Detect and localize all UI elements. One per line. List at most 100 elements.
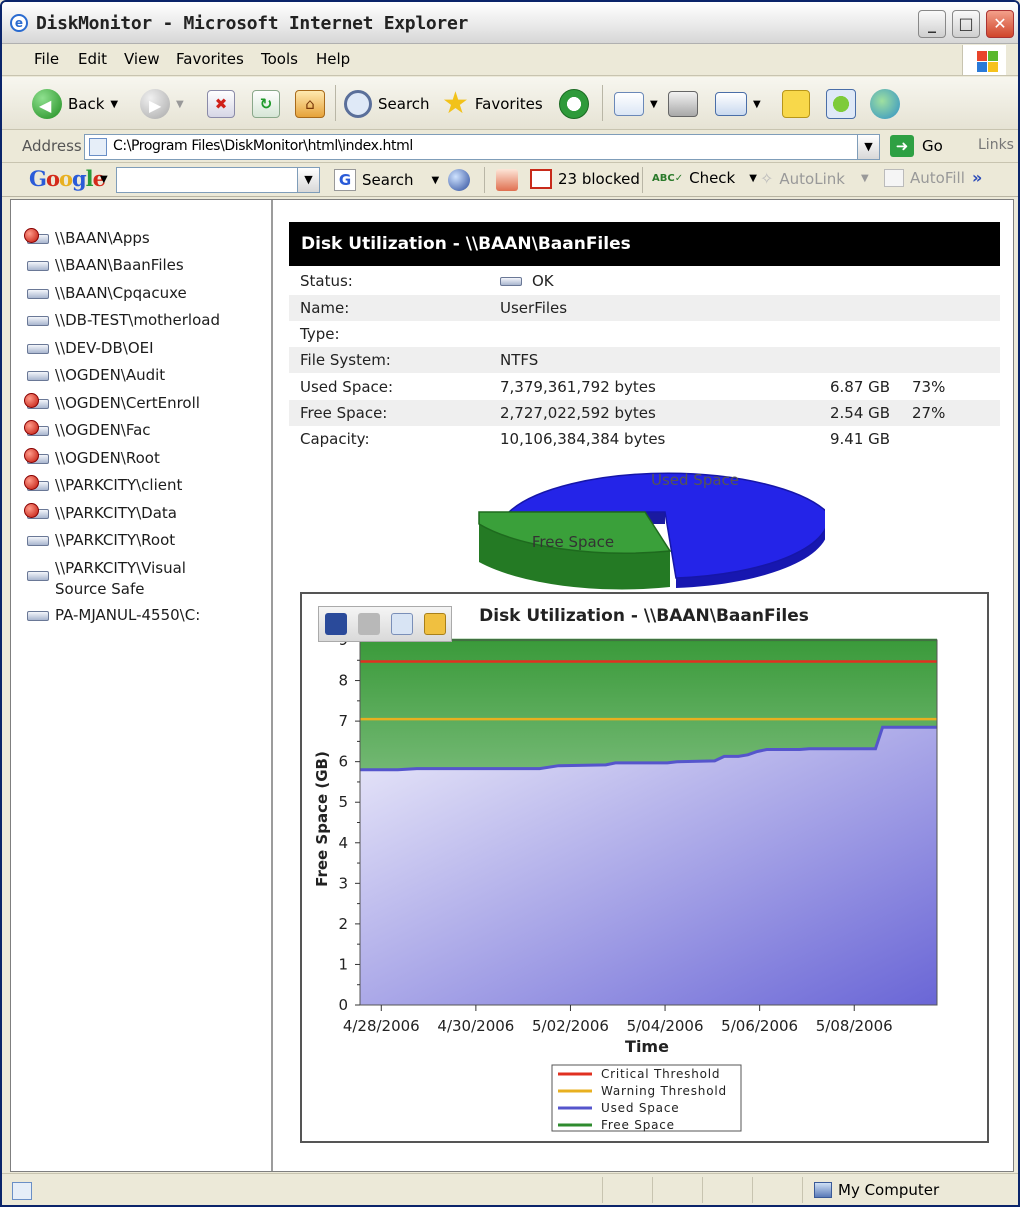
google-search-dropdown-icon[interactable]: ▼ (297, 168, 319, 192)
free-label: Free Space: (300, 404, 388, 422)
print-button[interactable] (668, 87, 698, 121)
print-icon[interactable] (357, 613, 380, 635)
y-axis-label: Free Space (GB) (313, 751, 331, 887)
zone-label: My Computer (838, 1181, 940, 1199)
pagerank-icon[interactable] (448, 169, 470, 191)
windows-logo-icon (962, 45, 1006, 75)
minimize-button[interactable]: _ (918, 10, 946, 38)
google-g-icon: G (334, 169, 356, 191)
menu-bar: File Edit View Favorites Tools Help (2, 44, 1018, 76)
menu-file[interactable]: File (34, 50, 59, 68)
links-button[interactable]: Links (978, 137, 1014, 153)
share-item[interactable]: \\BAAN\Apps (24, 228, 150, 249)
chart-toolbar (318, 606, 452, 642)
favorites-button[interactable]: ★ Favorites (442, 87, 543, 121)
home-button[interactable]: ⌂ (295, 87, 325, 121)
capacity-label: Capacity: (300, 430, 370, 448)
close-button[interactable]: ✕ (986, 10, 1014, 38)
autolink-button[interactable]: ✧ AutoLink ▼ (760, 169, 869, 188)
share-item[interactable]: \\OGDEN\CertEnroll (24, 393, 200, 414)
share-label: PA-MJANUL-4550\C: (55, 606, 201, 624)
history-button[interactable] (559, 87, 589, 121)
window-title: DiskMonitor - Microsoft Internet Explore… (36, 13, 469, 34)
share-item[interactable]: \\BAAN\Cpqacuxe (27, 283, 187, 304)
messenger-button[interactable] (870, 87, 900, 121)
share-label: \\PARKCITY\client (55, 476, 183, 494)
drive-icon (27, 571, 49, 581)
spellcheck-button[interactable]: ABC✓ Check ▼ (652, 169, 757, 187)
discuss-button[interactable] (782, 87, 810, 121)
share-item[interactable]: \\DB-TEST\motherload (27, 310, 220, 331)
address-input[interactable]: C:\Program Files\DiskMonitor\html\index.… (84, 134, 880, 160)
google-logo[interactable]: Google (29, 166, 106, 191)
share-item[interactable]: \\PARKCITY\Root (27, 530, 175, 551)
note-icon (782, 90, 810, 118)
refresh-button[interactable]: ↻ (252, 87, 280, 121)
mail-button[interactable]: ▼ (614, 87, 658, 121)
export-icon[interactable] (423, 613, 446, 635)
y-tick-label: 7 (338, 712, 348, 730)
detail-title: Disk Utilization - \\BAAN\BaanFiles (289, 222, 1000, 266)
google-search-input[interactable]: ▼ (116, 167, 320, 193)
share-item[interactable]: \\PARKCITY\client (24, 475, 183, 496)
capacity-row: Capacity: 10,106,384,384 bytes 9.41 GB (289, 426, 1000, 452)
stop-button[interactable]: ✖ (207, 87, 235, 121)
address-dropdown-icon[interactable]: ▼ (857, 135, 879, 159)
google-search-button[interactable]: G Search ▼ (334, 169, 439, 191)
address-url: C:\Program Files\DiskMonitor\html\index.… (113, 138, 413, 154)
status-bar: My Computer (2, 1173, 1018, 1205)
forward-dropdown-icon: ▼ (176, 98, 184, 110)
go-button[interactable]: ➜ Go (890, 135, 943, 157)
autofill-button[interactable]: AutoFill (884, 169, 965, 187)
share-item[interactable]: \\PARKCITY\Data (24, 503, 177, 524)
x-tick-label: 5/06/2006 (721, 1017, 798, 1035)
share-label: \\DEV-DB\OEI (55, 339, 154, 357)
capacity-bytes: 10,106,384,384 bytes (500, 430, 666, 448)
address-bar: Address C:\Program Files\DiskMonitor\htm… (2, 131, 1018, 163)
spellcheck-icon: ABC✓ (652, 172, 684, 184)
legend-label: Free Space (601, 1118, 675, 1132)
share-item[interactable]: \\OGDEN\Audit (27, 365, 165, 386)
share-item[interactable]: PA-MJANUL-4550\C: (27, 605, 200, 626)
back-button[interactable]: ◀ Back ▼ (32, 87, 118, 121)
research-button[interactable] (826, 87, 856, 121)
news-icon[interactable] (496, 169, 518, 191)
maximize-button[interactable]: □ (952, 10, 980, 38)
menu-edit[interactable]: Edit (78, 50, 107, 68)
popup-blocker-button[interactable]: 23 blocked (530, 169, 640, 189)
edit-button[interactable]: ▼ (715, 87, 761, 121)
drive-icon (27, 316, 49, 326)
type-row: Type: (289, 321, 1000, 347)
menu-favorites[interactable]: Favorites (176, 50, 244, 68)
more-chevron[interactable]: » (972, 168, 982, 187)
chart-legend: Critical Threshold Warning Threshold Used … (551, 1064, 742, 1132)
share-item[interactable]: \\BAAN\BaanFiles (27, 255, 184, 276)
menu-tools[interactable]: Tools (261, 50, 298, 68)
mail-dropdown-icon: ▼ (650, 98, 658, 110)
menu-help[interactable]: Help (316, 50, 350, 68)
favorites-label: Favorites (474, 95, 543, 113)
home-icon: ⌂ (295, 90, 325, 118)
menu-view[interactable]: View (124, 50, 160, 68)
share-item[interactable]: \\PARKCITY\Visual Source Safe (27, 558, 227, 600)
autolink-wand-icon: ✧ (760, 169, 774, 188)
share-item[interactable]: \\OGDEN\Root (24, 448, 160, 469)
share-label: \\BAAN\Cpqacuxe (55, 284, 187, 302)
share-item[interactable]: \\DEV-DB\OEI (27, 338, 154, 359)
address-label: Address (22, 137, 82, 155)
drive-alert-icon (24, 475, 49, 491)
name-label: Name: (300, 299, 350, 317)
google-search-label: Search (362, 171, 414, 189)
drive-icon (27, 611, 49, 621)
refresh-icon: ↻ (252, 90, 280, 118)
autolink-label: AutoLink (779, 169, 845, 188)
drive-alert-icon (24, 393, 49, 409)
check-label: Check (689, 169, 736, 187)
google-menu-dropdown-icon[interactable]: ▼ (100, 174, 108, 185)
share-item[interactable]: \\OGDEN\Fac (24, 420, 151, 441)
email-icon[interactable] (390, 613, 413, 635)
search-button[interactable]: Search (344, 87, 430, 121)
save-icon[interactable] (324, 613, 347, 635)
used-space-row: Used Space: 7,379,361,792 bytes 6.87 GB … (289, 374, 1000, 400)
forward-button[interactable]: ▶ ▼ (140, 87, 184, 121)
